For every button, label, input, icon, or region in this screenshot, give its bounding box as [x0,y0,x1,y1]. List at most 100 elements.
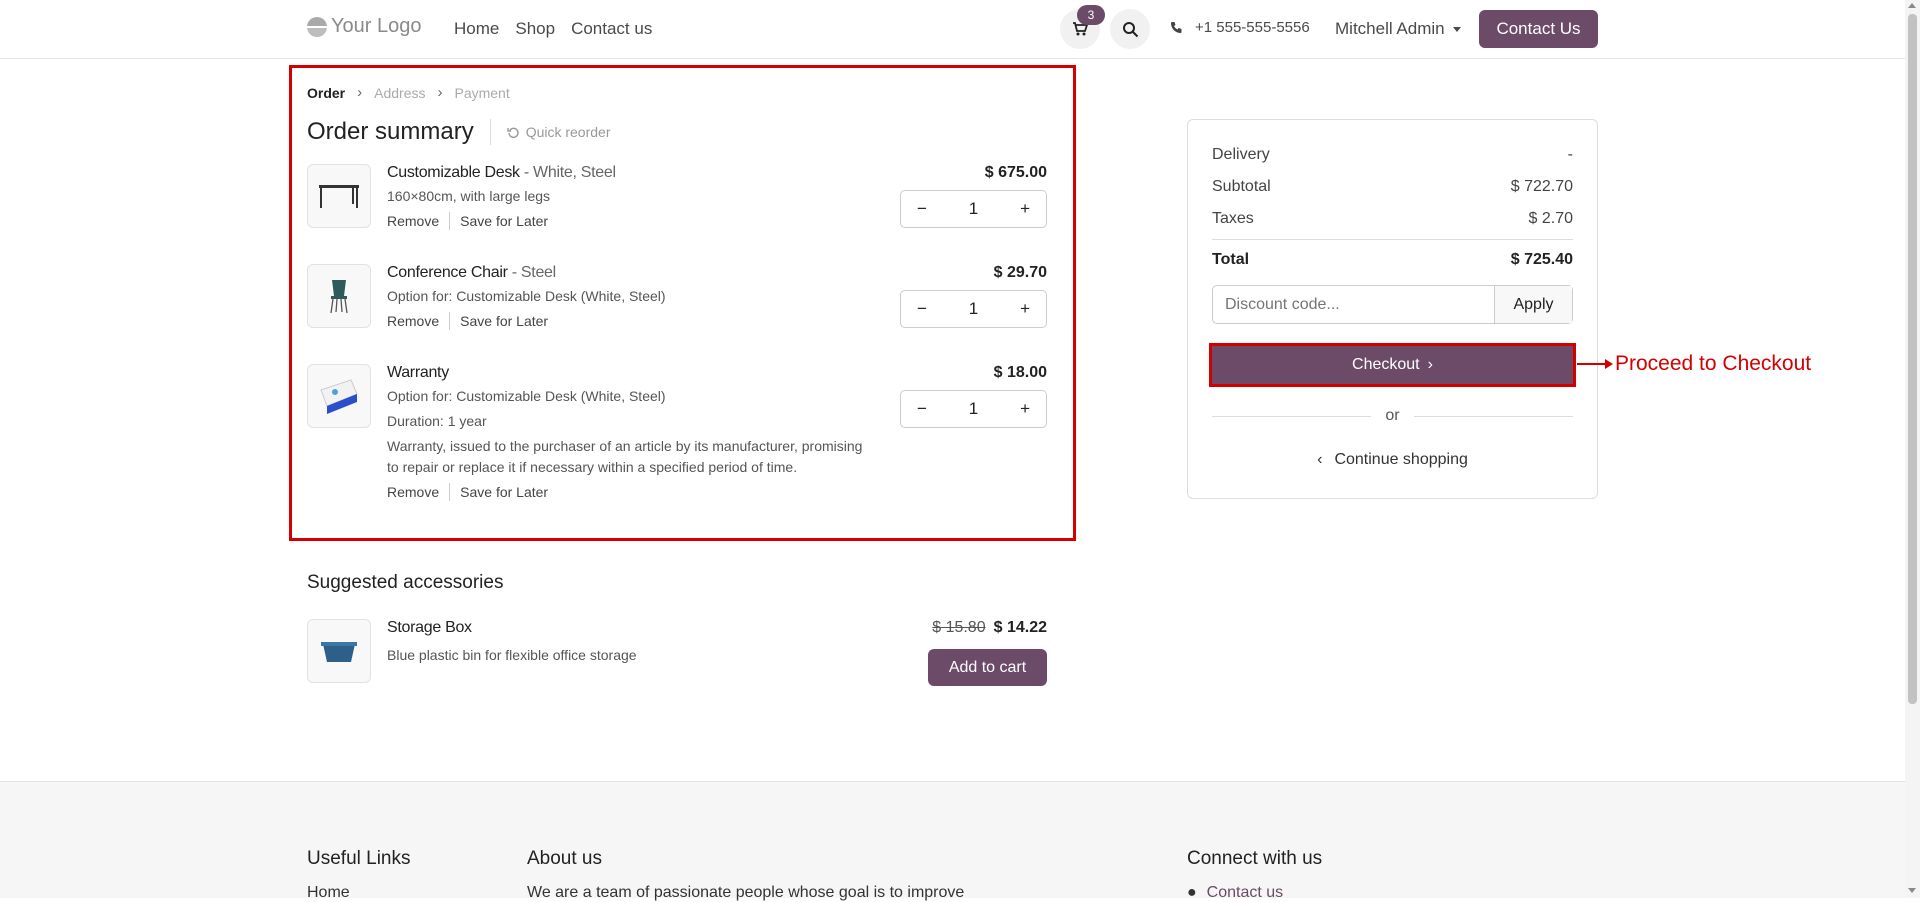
scroll-down-icon[interactable] [1908,888,1916,893]
add-to-cart-button[interactable]: Add to cart [928,649,1047,686]
arrow-head-icon [1605,359,1613,369]
minus-icon[interactable]: − [917,199,927,219]
product-description: 160×80cm, with large legs [387,188,551,204]
footer-heading: Useful Links [307,848,411,869]
plus-icon[interactable]: + [1020,199,1030,219]
old-price: $ 15.80 [932,619,986,636]
scrollbar-thumb[interactable] [1908,14,1917,704]
quantity-input[interactable]: 1 [969,299,978,319]
minus-icon[interactable]: − [917,399,927,419]
taxes-label: Taxes [1212,210,1254,227]
remove-link[interactable]: Remove [387,213,439,229]
taxes-row: Taxes $ 2.70 [1212,210,1573,228]
discount-code-input[interactable] [1213,286,1494,323]
product-name[interactable]: Warranty [387,364,449,381]
footer-link-home[interactable]: Home [307,884,411,902]
quantity-input[interactable]: 1 [969,399,978,419]
quantity-input[interactable]: 1 [969,199,978,219]
chevron-left-icon: ‹ [1317,451,1323,468]
phone-link[interactable]: +1 555-555-5556 [1170,19,1310,36]
apply-button[interactable]: Apply [1494,286,1572,323]
nav-shop[interactable]: Shop [515,19,555,39]
line-actions: Remove Save for Later [387,212,877,230]
storage-box-image[interactable] [307,619,371,683]
nav-home[interactable]: Home [454,19,499,39]
page-title: Order summary [307,118,474,145]
annotation-arrow: Proceed to Checkout [1577,352,1811,376]
line-price: $ 18.00 [993,364,1047,381]
delivery-label: Delivery [1212,146,1270,163]
product-variant: - White, Steel [519,164,616,181]
product-duration: Duration: 1 year [387,413,487,429]
breadcrumb: Order › Address › Payment [307,84,510,101]
breadcrumb-order[interactable]: Order [307,85,345,101]
remove-link[interactable]: Remove [387,313,439,329]
continue-shopping-link[interactable]: ‹ Continue shopping [1212,451,1573,469]
checkout-button[interactable]: Checkout › [1209,343,1576,387]
product-variant: - Steel [507,264,556,281]
save-for-later-link[interactable]: Save for Later [460,313,548,329]
footer-about: About us We are a team of passionate peo… [527,848,964,902]
product-name[interactable]: Customizable Desk [387,164,520,181]
annotation-label: Proceed to Checkout [1615,352,1812,375]
chair-image[interactable] [307,264,371,328]
product-option: Option for: Customizable Desk (White, St… [387,388,666,404]
remove-link[interactable]: Remove [387,484,439,500]
total-row: Total $ 725.40 [1212,251,1573,269]
contact-us-button[interactable]: Contact Us [1479,10,1598,48]
subtotal-row: Subtotal $ 722.70 [1212,178,1573,196]
subtotal-value: $ 722.70 [1510,178,1573,195]
checkout-label: Checkout [1352,356,1420,373]
order-title-row: Order summary Quick reorder [307,118,611,146]
nav-contact[interactable]: Contact us [571,19,652,39]
cart-line-warranty: Warranty Option for: Customizable Desk (… [307,364,1047,534]
footer-contact-link[interactable]: ● Contact us [1187,884,1322,902]
line-actions: Remove Save for Later [387,312,877,330]
chevron-right-icon: › [437,84,443,101]
line-info: Conference Chair - Steel Option for: Cus… [387,264,877,330]
footer-about-text: We are a team of passionate people whose… [527,884,965,901]
divider [1413,415,1574,417]
divider [489,119,491,145]
suggested-price: $ 15.80 $ 14.22 [932,619,1047,637]
phone-number: +1 555-555-5556 [1195,19,1310,36]
minus-icon[interactable]: − [917,299,927,319]
logo-icon [307,16,327,37]
save-for-later-link[interactable]: Save for Later [460,484,548,500]
save-for-later-link[interactable]: Save for Later [460,213,548,229]
product-name[interactable]: Conference Chair [387,264,508,281]
phone-icon [1171,22,1182,33]
plus-icon[interactable]: + [1020,399,1030,419]
search-button[interactable] [1110,9,1150,49]
total-label: Total [1212,251,1250,268]
plus-icon[interactable]: + [1020,299,1030,319]
continue-shopping-label: Continue shopping [1334,451,1468,468]
new-price: $ 14.22 [993,619,1047,636]
quick-reorder-button[interactable]: Quick reorder [506,124,611,140]
suggested-accessories-title: Suggested accessories [307,572,504,593]
delivery-value: - [1567,146,1573,163]
main-nav: Home Shop Contact us [454,19,652,39]
scroll-up-icon[interactable] [1908,3,1916,8]
user-name: Mitchell Admin [1335,19,1445,38]
line-price: $ 29.70 [993,264,1047,281]
chevron-right-icon: › [1427,356,1433,373]
divider [1212,415,1372,417]
quantity-stepper: − 1 + [900,290,1047,328]
divider [449,483,451,501]
order-totals-card: Delivery - Subtotal $ 722.70 Taxes $ 2.70 T… [1187,119,1598,499]
line-info: Customizable Desk - White, Steel 160×80c… [387,164,877,230]
total-value: $ 725.40 [1510,251,1573,268]
warranty-image[interactable] [307,364,371,428]
line-actions: Remove Save for Later [387,483,877,501]
user-menu[interactable]: Mitchell Admin [1335,19,1461,39]
divider [449,312,451,330]
breadcrumb-address: Address [374,84,426,101]
desk-image[interactable] [307,164,371,228]
product-name[interactable]: Storage Box [387,619,877,637]
chevron-down-icon [1452,26,1461,32]
line-info: Storage Box Blue plastic bin for flexibl… [387,619,877,666]
quick-reorder-label: Quick reorder [525,124,611,140]
site-logo[interactable]: Your Logo [307,15,421,38]
divider [1212,239,1573,240]
